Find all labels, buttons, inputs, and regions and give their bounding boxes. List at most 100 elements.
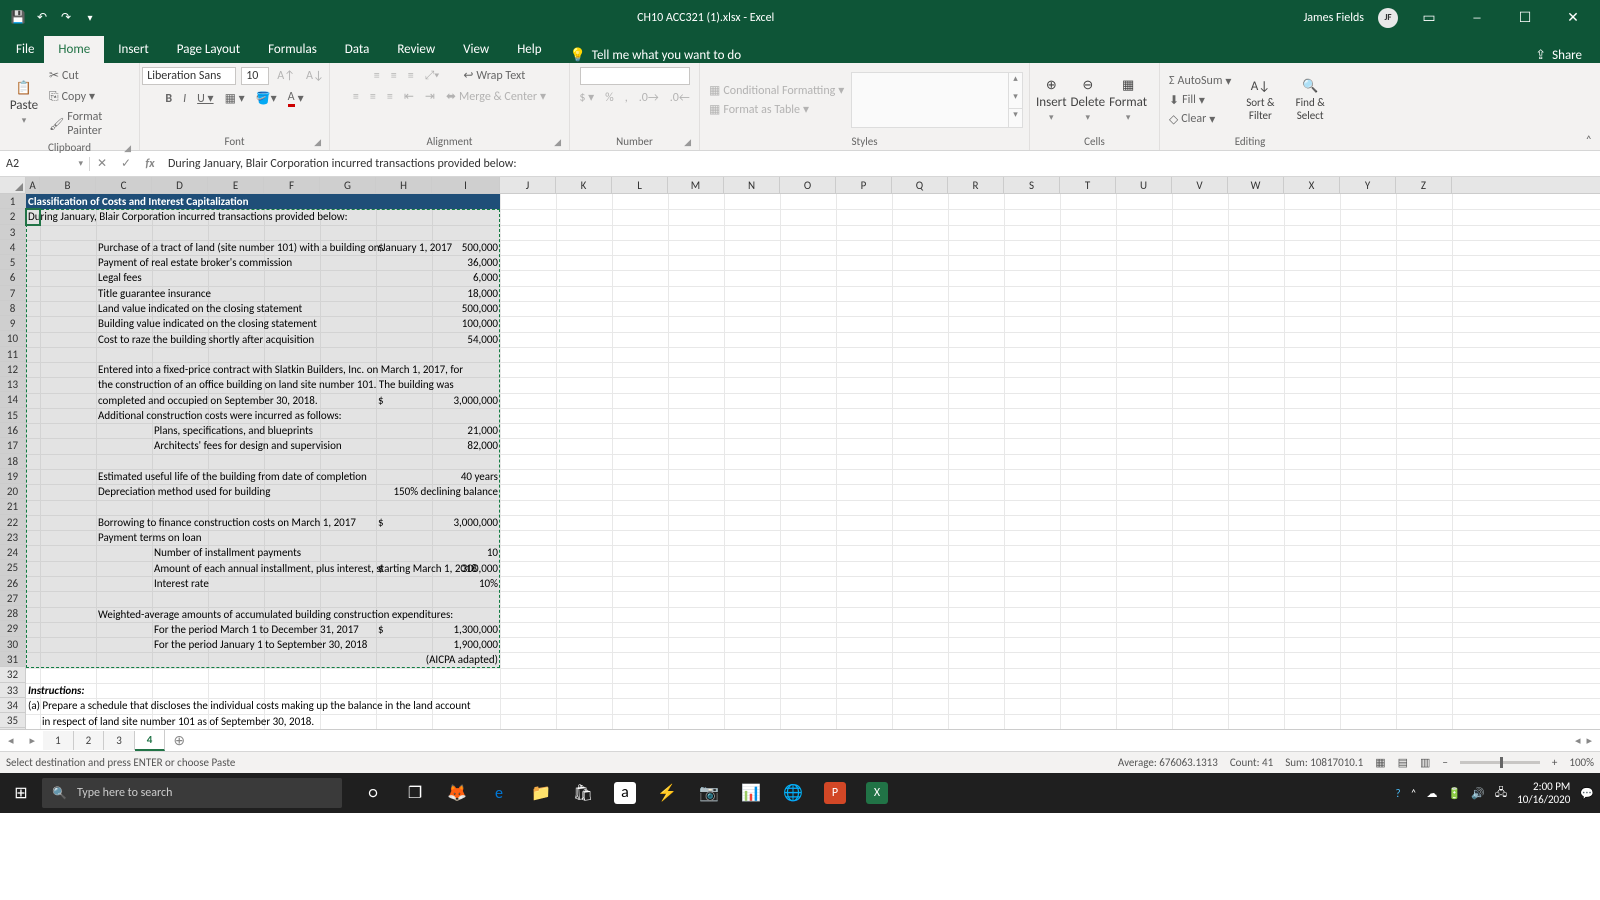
font-color-button[interactable]: A ▾ [285,89,307,108]
cell[interactable]: 40 years [432,469,500,484]
cell[interactable]: Number of installment payments [152,545,432,560]
cell[interactable]: Classification of Costs and Interest Cap… [26,194,500,209]
row-header-6[interactable]: 6 [0,270,25,285]
cell[interactable]: Payment of real estate broker's commissi… [96,255,432,270]
start-button[interactable]: ⊞ [0,783,42,803]
increase-font-icon[interactable]: A↑ [274,68,298,84]
row-header-25[interactable]: 25 [0,560,25,575]
spreadsheet-grid[interactable]: ABCDEFGHIJKLMNOPQRSTUVWXYZ 1234567891011… [0,177,1600,729]
sheet-nav-next-icon[interactable]: ▸ [22,734,44,747]
cell[interactable]: $ [376,240,432,255]
col-header-Q[interactable]: Q [892,177,948,193]
row-header-3[interactable]: 3 [0,225,25,240]
font-size-combo[interactable] [241,67,269,85]
cell[interactable]: the construction of an office building o… [96,377,500,392]
sheet-tab-4[interactable]: 4 [135,730,166,751]
cell[interactable]: (a) Prepare a schedule that discloses th… [26,698,556,713]
tab-page-layout[interactable]: Page Layout [163,36,254,63]
row-header-29[interactable]: 29 [0,621,25,636]
dialog-launcher-icon[interactable]: ◢ [554,137,561,148]
row-header-8[interactable]: 8 [0,301,25,316]
tab-file[interactable]: File [6,36,44,63]
gallery-down-icon[interactable]: ▾ [1009,91,1022,109]
col-header-A[interactable]: A [26,177,40,193]
wrap-text-button[interactable]: ↩ Wrap Text [460,67,528,84]
sheet-tab-3[interactable]: 3 [104,731,135,750]
close-button[interactable]: ✕ [1556,9,1590,26]
cell[interactable]: 18,000 [432,286,500,301]
col-header-L[interactable]: L [612,177,668,193]
col-header-E[interactable]: E [208,177,264,193]
undo-icon[interactable]: ↶ [34,10,50,26]
camera-icon[interactable]: 📷 [688,783,730,803]
cancel-formula-icon[interactable]: ✕ [90,156,114,171]
increase-decimal-icon[interactable]: .0→ [636,90,662,106]
maximize-button[interactable]: ☐ [1508,9,1542,26]
col-header-V[interactable]: V [1172,177,1228,193]
row-header-9[interactable]: 9 [0,316,25,331]
cell[interactable]: 3,000,000 [432,515,500,530]
user-name[interactable]: James Fields [1303,11,1364,25]
new-sheet-icon[interactable]: ⊕ [165,732,193,749]
cell[interactable]: 10% [432,576,500,591]
cell[interactable]: 3,000,000 [432,393,500,408]
cell[interactable]: Interest rate [152,576,432,591]
row-header-14[interactable]: 14 [0,392,25,407]
row-header-21[interactable]: 21 [0,499,25,514]
orientation-icon[interactable]: ⤢▾ [422,68,443,84]
align-middle-icon[interactable]: ≡ [388,68,400,84]
cell[interactable]: 300,000 [432,561,500,576]
zoom-level[interactable]: 100% [1569,756,1594,769]
hscroll-right-icon[interactable]: ▸ [1586,734,1592,747]
format-painter-button[interactable]: 🖌Format Painter [46,109,133,139]
cell[interactable]: Additional construction costs were incur… [96,408,500,423]
decrease-indent-icon[interactable]: ⇤ [401,88,417,105]
col-header-X[interactable]: X [1284,177,1340,193]
col-header-F[interactable]: F [264,177,320,193]
tell-me-search[interactable]: 💡 Tell me what you want to do [570,48,742,63]
dialog-launcher-icon[interactable]: ◢ [314,137,321,148]
col-header-U[interactable]: U [1116,177,1172,193]
row-header-27[interactable]: 27 [0,591,25,606]
ms-store-icon[interactable]: 🛍 [562,783,604,803]
cell[interactable]: During January, Blair Corporation incurr… [26,209,500,224]
conditional-formatting-button[interactable]: ▦ Conditional Formatting ▾ [706,82,847,99]
col-header-Z[interactable]: Z [1396,177,1452,193]
copy-button[interactable]: ⎘Copy ▾ [46,88,133,105]
cell[interactable]: Building value indicated on the closing … [96,316,432,331]
name-box[interactable]: A2▾ [0,157,90,171]
cell[interactable]: 21,000 [432,423,500,438]
align-bottom-icon[interactable]: ≡ [405,68,417,84]
row-header-32[interactable]: 32 [0,667,25,682]
col-header-Y[interactable]: Y [1340,177,1396,193]
task-view-icon[interactable]: ❐ [394,783,436,803]
font-name-combo[interactable] [142,67,236,85]
comma-format-icon[interactable]: , [622,90,631,106]
col-header-W[interactable]: W [1228,177,1284,193]
row-header-22[interactable]: 22 [0,515,25,530]
collapse-ribbon-icon[interactable]: ˄ [1586,134,1592,148]
row-header-18[interactable]: 18 [0,454,25,469]
row-header-19[interactable]: 19 [0,469,25,484]
sheet-nav-prev-icon[interactable]: ◂ [0,734,22,747]
autosum-button[interactable]: Σ AutoSum ▾ [1166,73,1234,90]
zoom-out-icon[interactable]: − [1442,756,1447,769]
minimize-button[interactable]: ─ [1460,9,1494,26]
zoom-slider[interactable] [1460,761,1540,764]
italic-button[interactable]: I [180,91,189,107]
row-header-33[interactable]: 33 [0,683,25,698]
find-select-button[interactable]: 🔍Find & Select [1286,79,1334,122]
row-header-24[interactable]: 24 [0,545,25,560]
format-as-table-button[interactable]: ▦ Format as Table ▾ [706,101,847,118]
powerpoint-icon[interactable]: P [824,782,846,804]
col-header-B[interactable]: B [40,177,96,193]
dialog-launcher-icon[interactable]: ◢ [124,143,131,154]
col-header-N[interactable]: N [724,177,780,193]
row-header-12[interactable]: 12 [0,362,25,377]
tab-data[interactable]: Data [331,36,384,63]
volume-icon[interactable]: 🔊 [1471,787,1485,800]
cell[interactable]: 6,000 [432,270,500,285]
cell[interactable]: $ [376,393,432,408]
cell-styles-gallery[interactable]: ▴ ▾ ▾ [851,72,1023,128]
row-header-31[interactable]: 31 [0,652,25,667]
